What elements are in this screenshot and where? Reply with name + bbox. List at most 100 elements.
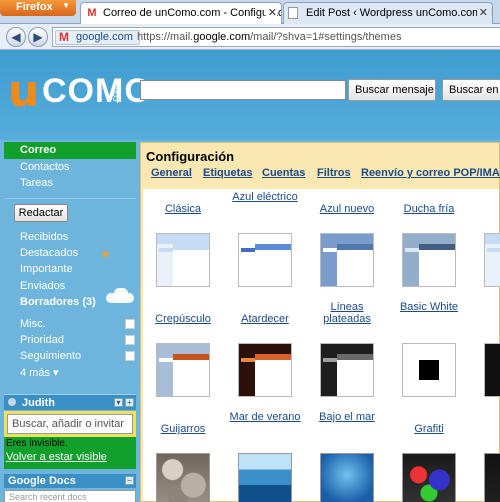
minimize-icon[interactable]: ▾ (114, 398, 123, 407)
theme-preview-part (157, 234, 209, 244)
label-color-swatch[interactable] (125, 351, 135, 361)
logo-com: .com (110, 84, 120, 104)
theme-preview-part (405, 248, 419, 252)
gdocs-gadget-header: Google Docs − (4, 474, 136, 488)
theme-thumbnail[interactable] (156, 233, 210, 287)
search-web-button[interactable]: Buscar en la Web (442, 79, 500, 101)
theme-preview-part (241, 358, 255, 362)
close-icon[interactable]: ✕ (476, 6, 488, 19)
tab-title: Correo de unComo.com - Configurac... (103, 7, 282, 19)
chat-status-box: Eres invisible. Volver a estar visible (4, 437, 136, 469)
theme-name-link[interactable]: Basic White (389, 301, 469, 313)
theme-thumbnail[interactable] (320, 343, 374, 397)
theme-name-link[interactable]: Mar de verano (225, 411, 305, 423)
collapse-icon[interactable]: − (125, 476, 134, 485)
url-bar[interactable]: M google.com https://mail. google.com/mai… (52, 27, 500, 47)
tab-labels[interactable]: Etiquetas (203, 167, 253, 179)
browser-tab-wordpress[interactable]: Edit Post ‹ Wordpress unComo.com - Esp..… (283, 2, 493, 24)
search-mail-button[interactable]: Buscar mensaje (348, 79, 436, 101)
close-icon[interactable]: ✕ (265, 6, 277, 19)
nav-contacts[interactable]: Contactos (20, 161, 70, 173)
tab-filters[interactable]: Filtros (317, 167, 351, 179)
nav-tasks[interactable]: Tareas (20, 177, 53, 189)
logo-text: COMO (42, 72, 152, 110)
theme-preview-part (173, 354, 209, 396)
invisible-status-text: Eres invisible. (6, 438, 68, 449)
forward-button[interactable]: ▶ (28, 27, 48, 47)
mail-search-input[interactable] (140, 80, 346, 100)
settings-panel: Configuración General Etiquetas Cuentas … (140, 142, 500, 502)
chat-search-input[interactable]: Buscar, añadir o invitar (7, 414, 133, 434)
theme-thumbnail[interactable] (320, 233, 374, 287)
theme-name-link[interactable]: Crepúsculo (143, 313, 223, 325)
site-identity-button[interactable]: M google.com (55, 30, 140, 45)
compose-button[interactable]: Redactar (14, 204, 68, 222)
gdocs-search-input[interactable]: Search recent docs (4, 490, 136, 502)
theme-preview-part (323, 358, 337, 362)
theme-thumbnail[interactable] (238, 233, 292, 287)
theme-name-link[interactable]: Clásica (143, 203, 223, 215)
theme-thumbnail[interactable] (484, 343, 500, 397)
folder-important[interactable]: Importante (20, 263, 73, 275)
chat-user-name[interactable]: Judith (22, 397, 55, 409)
url-path: /mail/?shva=1#settings/themes (250, 31, 402, 43)
label-color-swatch[interactable] (125, 319, 135, 329)
uncomo-logo[interactable]: u COMO .com (6, 58, 151, 118)
theme-thumbnail[interactable] (484, 233, 500, 287)
firefox-menu-button[interactable]: Firefox ▼ (0, 0, 76, 16)
browser-tab-gmail[interactable]: M Correo de unComo.com - Configurac... ✕ (80, 2, 282, 25)
sidebar: Correo Contactos Tareas Redactar Recibid… (0, 140, 140, 502)
label-misc[interactable]: Misc. (20, 318, 46, 330)
status-dot-icon[interactable] (8, 398, 16, 406)
folder-label: Destacados (20, 247, 79, 259)
nav-mail[interactable]: Correo (4, 142, 136, 159)
folder-sent[interactable]: Enviados (20, 280, 65, 292)
theme-preview-part (239, 344, 291, 354)
theme-thumbnail[interactable] (320, 453, 374, 502)
url-prefix: https://mail. (137, 31, 194, 43)
theme-name-link[interactable]: P (471, 423, 500, 435)
go-visible-link[interactable]: Volver a estar visible (6, 451, 107, 463)
expand-icon[interactable]: + (125, 398, 134, 407)
theme-preview-part (255, 244, 291, 286)
folder-inbox[interactable]: Recibidos (20, 231, 68, 243)
page-header: u COMO .com Buscar mensaje Buscar en la … (0, 50, 500, 140)
theme-name-link[interactable]: Azul nuevo (307, 203, 387, 215)
tab-general[interactable]: General (151, 167, 192, 179)
theme-thumbnail[interactable] (156, 343, 210, 397)
label-followup[interactable]: Seguimiento (20, 350, 81, 362)
more-labels-link[interactable]: 4 más ▾ (20, 366, 59, 379)
theme-preview-part (157, 344, 209, 354)
theme-name-link[interactable]: Atardecer (225, 313, 305, 325)
theme-thumbnail[interactable] (402, 343, 456, 397)
theme-preview-part (485, 234, 500, 244)
theme-name-link[interactable]: Azul eléctrico (225, 191, 305, 203)
folder-drafts[interactable]: Borradores (3) (20, 296, 96, 308)
tab-accounts[interactable]: Cuentas (262, 167, 305, 179)
back-button[interactable]: ◀ (6, 27, 26, 47)
theme-name-link[interactable]: Bajo el mar (307, 411, 387, 423)
theme-name-link[interactable]: Ducha fría (389, 203, 469, 215)
theme-preview-part (485, 344, 500, 354)
site-identity-label: google.com (76, 31, 133, 43)
theme-thumbnail[interactable] (238, 343, 292, 397)
theme-thumbnail[interactable] (402, 233, 456, 287)
theme-name-link[interactable]: Grafiti (389, 423, 469, 435)
theme-name-link[interactable]: Guijarros (143, 423, 223, 435)
tab-title: Edit Post ‹ Wordpress unComo.com - Esp..… (306, 7, 492, 19)
cloud-decoration (114, 288, 128, 298)
label-color-swatch[interactable] (125, 335, 135, 345)
theme-thumbnail[interactable] (402, 453, 456, 502)
theme-name-link[interactable]: Líneas plateadas (307, 301, 387, 325)
tab-forwarding-pop-imap[interactable]: Reenvío y correo POP/IMAP (361, 167, 500, 179)
theme-thumbnail[interactable] (156, 453, 210, 502)
gmail-page: u COMO .com Buscar mensaje Buscar en la … (0, 50, 500, 502)
theme-thumbnail[interactable] (238, 453, 292, 502)
folder-starred[interactable]: Destacados ★ (20, 247, 120, 261)
theme-preview-part (255, 354, 291, 396)
theme-preview-part (159, 358, 173, 362)
page-icon (288, 7, 298, 19)
theme-thumbnail[interactable] (484, 453, 500, 502)
theme-preview-part (173, 244, 209, 286)
label-priority[interactable]: Prioridad (20, 334, 64, 346)
